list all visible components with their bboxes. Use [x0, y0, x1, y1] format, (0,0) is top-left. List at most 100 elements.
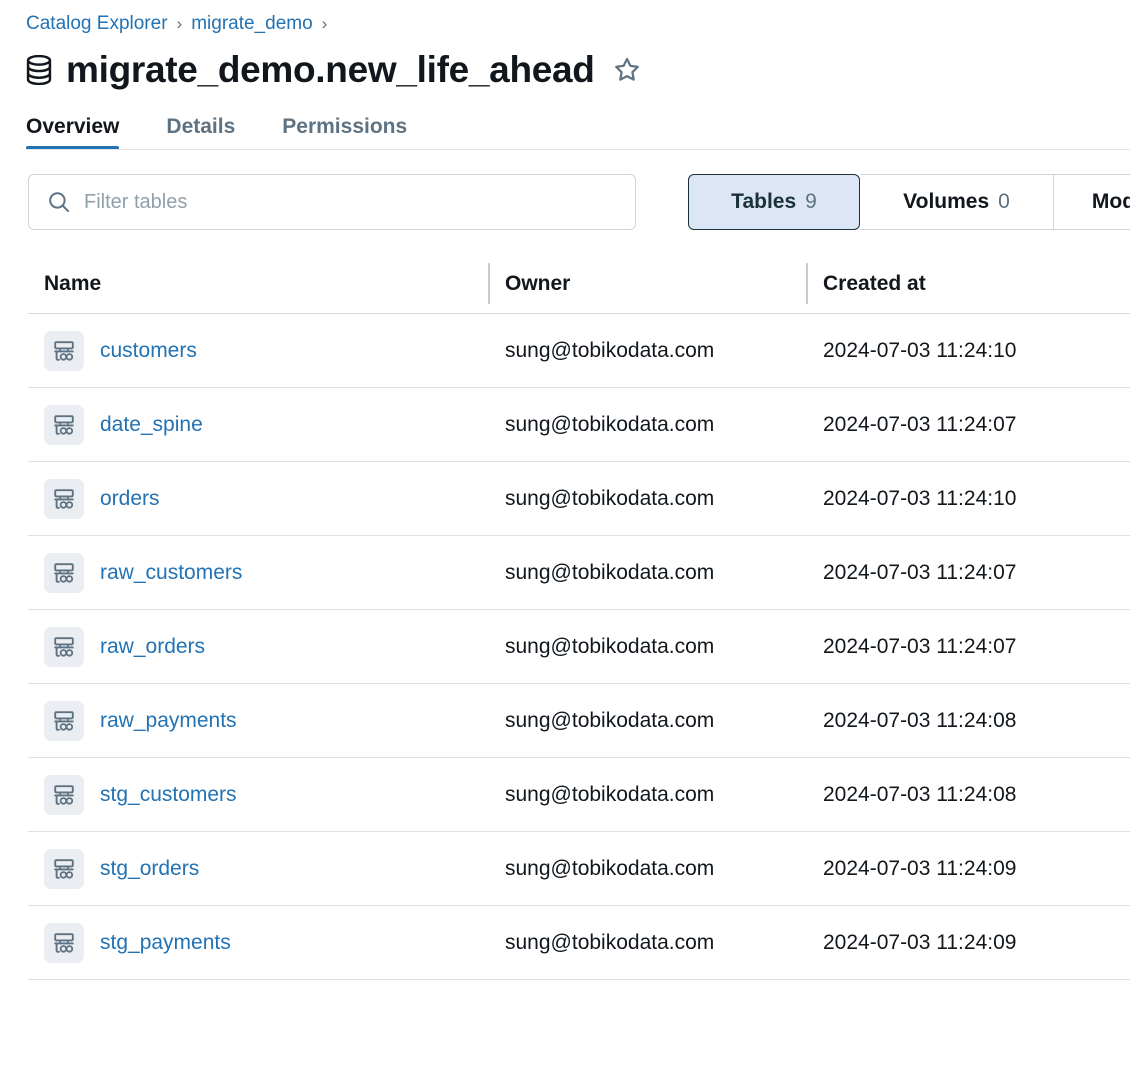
breadcrumb-item-migrate-demo[interactable]: migrate_demo	[191, 14, 312, 34]
table-name-link[interactable]: stg_orders	[100, 857, 199, 881]
page-title-row: migrate_demo.new_life_ahead	[0, 34, 1130, 92]
created-at-value: 2024-07-03 11:24:09	[823, 930, 1017, 954]
created-at-value: 2024-07-03 11:24:08	[823, 708, 1017, 732]
search-icon	[47, 190, 71, 214]
toolbar: Tables 9 Volumes 0 Mod	[0, 166, 1130, 236]
owner-value: sung@tobikodata.com	[505, 634, 715, 658]
cell-created-at: 2024-07-03 11:24:08	[806, 684, 1130, 757]
breadcrumb: Catalog Explorer › migrate_demo ›	[0, 0, 1130, 34]
segment-models-label: Mod	[1091, 190, 1130, 213]
table-icon	[44, 774, 84, 815]
table-row[interactable]: orders sung@tobikodata.com 2024-07-03 11…	[28, 462, 1130, 536]
table-name-link[interactable]: raw_payments	[100, 709, 237, 733]
table-row[interactable]: stg_customers sung@tobikodata.com 2024-0…	[28, 758, 1130, 832]
segment-tables-count: 9	[805, 190, 817, 213]
cell-created-at: 2024-07-03 11:24:07	[806, 610, 1130, 683]
table-row[interactable]: raw_customers sung@tobikodata.com 2024-0…	[28, 536, 1130, 610]
table-icon	[44, 922, 84, 963]
column-header-created-at[interactable]: Created at	[806, 254, 1130, 313]
cell-created-at: 2024-07-03 11:24:07	[806, 536, 1130, 609]
cell-name: raw_customers	[28, 536, 488, 609]
table-icon	[44, 626, 84, 667]
object-type-segmented-control: Tables 9 Volumes 0 Mod	[688, 174, 1130, 230]
owner-value: sung@tobikodata.com	[505, 560, 715, 584]
owner-value: sung@tobikodata.com	[505, 708, 715, 732]
table-row[interactable]: stg_orders sung@tobikodata.com 2024-07-0…	[28, 832, 1130, 906]
owner-value: sung@tobikodata.com	[505, 338, 715, 362]
segment-volumes-count: 0	[998, 190, 1010, 213]
table-name-link[interactable]: stg_customers	[100, 783, 237, 807]
table-name-link[interactable]: stg_payments	[100, 931, 231, 955]
created-at-value: 2024-07-03 11:24:07	[823, 560, 1017, 584]
breadcrumb-separator-icon: ›	[176, 14, 183, 33]
segment-volumes-label: Volumes	[903, 190, 990, 213]
filter-tables-search-box[interactable]	[28, 174, 636, 230]
segment-models[interactable]: Mod	[1054, 174, 1130, 230]
cell-owner: sung@tobikodata.com	[488, 684, 806, 757]
created-at-value: 2024-07-03 11:24:07	[823, 412, 1017, 436]
cell-created-at: 2024-07-03 11:24:10	[806, 314, 1130, 387]
page-title: migrate_demo.new_life_ahead	[66, 49, 595, 90]
cell-name: raw_payments	[28, 684, 488, 757]
cell-owner: sung@tobikodata.com	[488, 832, 806, 905]
table-icon	[44, 552, 84, 593]
table-name-link[interactable]: orders	[100, 487, 160, 511]
column-header-owner[interactable]: Owner	[488, 254, 806, 313]
tables-list: Name Owner Created at customers sung@tob…	[0, 254, 1130, 980]
owner-value: sung@tobikodata.com	[505, 930, 715, 954]
tab-permissions[interactable]: Permissions	[282, 115, 432, 150]
cell-owner: sung@tobikodata.com	[488, 758, 806, 831]
tab-details[interactable]: Details	[166, 115, 260, 150]
segment-volumes[interactable]: Volumes 0	[860, 174, 1054, 230]
star-outline-icon[interactable]	[609, 56, 641, 84]
cell-name: customers	[28, 314, 488, 387]
tab-permissions-label: Permissions	[282, 115, 408, 138]
table-row[interactable]: raw_payments sung@tobikodata.com 2024-07…	[28, 684, 1130, 758]
table-icon	[44, 700, 84, 741]
table-name-link[interactable]: raw_customers	[100, 561, 242, 585]
cell-created-at: 2024-07-03 11:24:09	[806, 906, 1130, 979]
created-at-value: 2024-07-03 11:24:09	[823, 856, 1017, 880]
cell-owner: sung@tobikodata.com	[488, 536, 806, 609]
cell-name: orders	[28, 462, 488, 535]
cell-owner: sung@tobikodata.com	[488, 906, 806, 979]
table-name-link[interactable]: raw_orders	[100, 635, 205, 659]
created-at-value: 2024-07-03 11:24:08	[823, 782, 1017, 806]
table-icon	[44, 478, 84, 519]
breadcrumb-item-catalog-explorer[interactable]: Catalog Explorer	[26, 14, 168, 34]
owner-value: sung@tobikodata.com	[505, 782, 715, 806]
created-at-value: 2024-07-03 11:24:10	[823, 338, 1017, 362]
cell-owner: sung@tobikodata.com	[488, 314, 806, 387]
table-icon	[44, 848, 84, 889]
cell-created-at: 2024-07-03 11:24:08	[806, 758, 1130, 831]
cell-name: raw_orders	[28, 610, 488, 683]
cell-owner: sung@tobikodata.com	[488, 610, 806, 683]
table-row[interactable]: stg_payments sung@tobikodata.com 2024-07…	[28, 906, 1130, 980]
search-input[interactable]	[84, 190, 617, 214]
tab-bar-divider	[26, 149, 1130, 150]
cell-created-at: 2024-07-03 11:24:09	[806, 832, 1130, 905]
cell-name: stg_payments	[28, 906, 488, 979]
tab-overview[interactable]: Overview	[26, 115, 144, 150]
column-header-name[interactable]: Name	[28, 254, 488, 313]
cell-name: date_spine	[28, 388, 488, 461]
cell-owner: sung@tobikodata.com	[488, 462, 806, 535]
cell-name: stg_customers	[28, 758, 488, 831]
segment-tables-label: Tables	[731, 190, 797, 213]
table-name-link[interactable]: date_spine	[100, 413, 203, 437]
breadcrumb-separator-icon: ›	[321, 14, 328, 33]
table-row[interactable]: date_spine sung@tobikodata.com 2024-07-0…	[28, 388, 1130, 462]
database-icon	[26, 55, 52, 85]
created-at-value: 2024-07-03 11:24:10	[823, 486, 1017, 510]
tab-details-label: Details	[166, 115, 236, 138]
table-name-link[interactable]: customers	[100, 339, 197, 363]
owner-value: sung@tobikodata.com	[505, 856, 715, 880]
table-row[interactable]: raw_orders sung@tobikodata.com 2024-07-0…	[28, 610, 1130, 684]
segment-tables[interactable]: Tables 9	[688, 174, 860, 230]
table-row[interactable]: customers sung@tobikodata.com 2024-07-03…	[28, 314, 1130, 388]
table-body: customers sung@tobikodata.com 2024-07-03…	[0, 314, 1130, 980]
table-icon	[44, 330, 84, 371]
cell-owner: sung@tobikodata.com	[488, 388, 806, 461]
tab-bar: Overview Details Permissions	[0, 102, 1130, 150]
table-header-row: Name Owner Created at	[28, 254, 1130, 314]
